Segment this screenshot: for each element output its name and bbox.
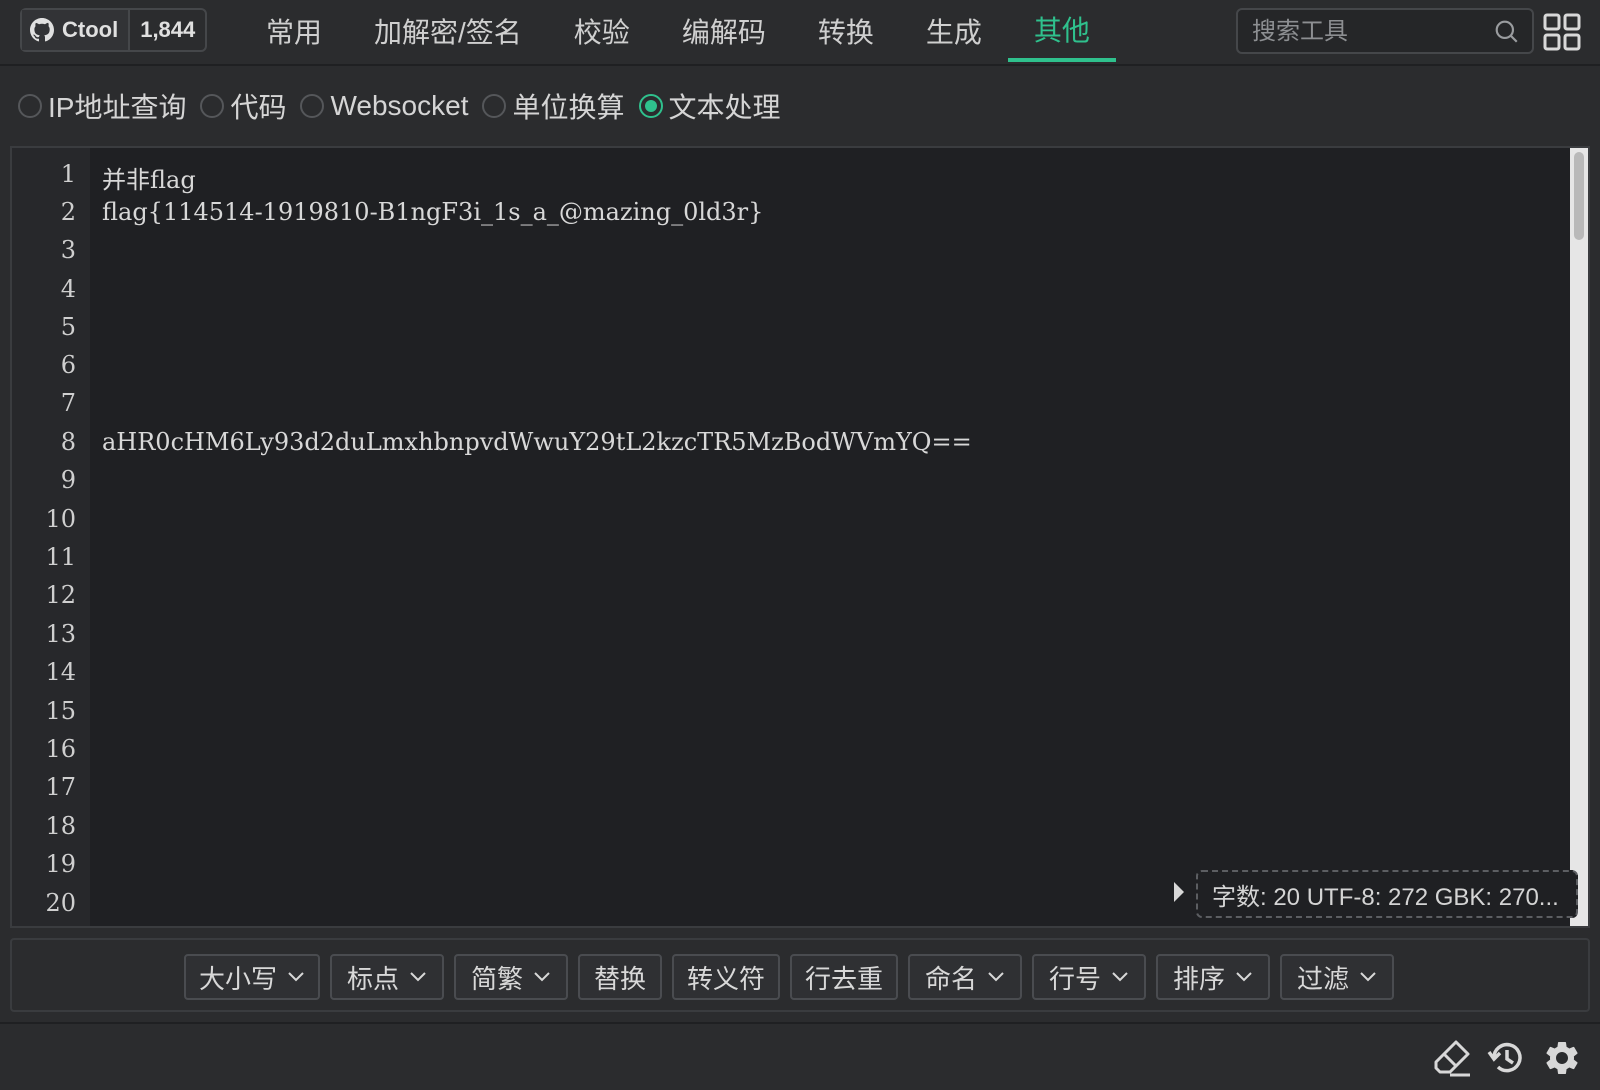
punctuation-dropdown-button[interactable]: 标点	[330, 954, 444, 1000]
collapse-arrow-icon[interactable]	[1172, 880, 1186, 904]
line-number: 18	[45, 812, 76, 840]
category-tabs: 常用 加解密/签名 校验 编解码 转换 生成 其他	[240, 0, 1116, 64]
radio-label: 单位换算	[512, 92, 625, 123]
radio-dot[interactable]	[200, 94, 225, 118]
line-number: 4	[60, 275, 76, 303]
github-star-badge[interactable]: Ctool 1,844	[20, 8, 208, 52]
line-number: 8	[60, 428, 76, 456]
bottom-bar	[0, 1022, 1600, 1090]
line-number: 12	[45, 581, 76, 609]
radio-websocket[interactable]: Websocket	[300, 90, 468, 122]
line-number: 2	[60, 198, 76, 226]
text-stats: 字数: 20 UTF-8: 272 GBK: 270...	[1196, 870, 1578, 918]
chevron-down-icon	[534, 972, 550, 982]
radio-dot-selected[interactable]	[638, 94, 663, 118]
radio-ip-lookup[interactable]: IP地址查询	[18, 86, 186, 126]
line-number-gutter: 1 2 3 4 5 6 7 8 9 10 11 12 13 14 15 16 1…	[12, 148, 90, 926]
line-number: 19	[45, 850, 76, 878]
chevron-down-icon	[1360, 972, 1376, 982]
radio-text-processing[interactable]: 文本处理	[638, 86, 781, 126]
button-label: 行去重	[804, 963, 883, 994]
button-label: 过滤	[1296, 963, 1349, 994]
dedupe-lines-button[interactable]: 行去重	[790, 954, 898, 1000]
button-label: 转义符	[686, 963, 765, 994]
tab-generate[interactable]: 生成	[900, 0, 1008, 62]
radio-label: 文本处理	[668, 92, 781, 123]
top-bar: Ctool 1,844 常用 加解密/签名 校验 编解码 转换 生成 其他	[0, 0, 1600, 66]
radio-dot[interactable]	[482, 94, 507, 118]
radio-unit-convert[interactable]: 单位换算	[482, 86, 625, 126]
line-number: 1	[60, 160, 76, 188]
radio-label: 代码	[230, 92, 287, 123]
chevron-down-icon	[1236, 972, 1252, 982]
replace-button[interactable]: 替换	[578, 954, 662, 1000]
line-number: 20	[45, 889, 76, 917]
github-icon	[30, 18, 54, 42]
gear-icon[interactable]	[1542, 1038, 1582, 1078]
naming-dropdown-button[interactable]: 命名	[908, 954, 1022, 1000]
escape-button[interactable]: 转义符	[672, 954, 780, 1000]
grid-icon[interactable]	[1542, 12, 1582, 52]
line-number-dropdown-button[interactable]: 行号	[1032, 954, 1146, 1000]
button-label: 替换	[593, 963, 646, 994]
line-number: 10	[45, 505, 76, 533]
tab-checksum[interactable]: 校验	[548, 0, 656, 62]
radio-dot[interactable]	[18, 94, 42, 118]
tab-other[interactable]: 其他	[1007, 0, 1116, 62]
chevron-down-icon	[1112, 972, 1128, 982]
brand-name: Ctool	[62, 17, 119, 42]
line-number: 6	[60, 351, 76, 379]
radio-code[interactable]: 代码	[200, 86, 286, 126]
star-count[interactable]: 1,844	[130, 10, 205, 50]
line-number: 9	[60, 466, 76, 494]
button-label: 标点	[346, 963, 399, 994]
line-number: 15	[45, 697, 76, 725]
line-number: 17	[45, 773, 76, 801]
editor-scrollbar[interactable]	[1570, 148, 1588, 926]
case-dropdown-button[interactable]: 大小写	[184, 954, 320, 1000]
code-line-1[interactable]: 并非flag	[102, 160, 196, 195]
text-editor[interactable]: 1 2 3 4 5 6 7 8 9 10 11 12 13 14 15 16 1…	[10, 146, 1590, 928]
button-label: 命名	[924, 963, 977, 994]
radio-label: Websocket	[330, 90, 469, 121]
button-label: 排序	[1172, 963, 1225, 994]
line-number: 5	[60, 313, 76, 341]
filter-dropdown-button[interactable]: 过滤	[1280, 954, 1394, 1000]
line-number: 3	[60, 236, 76, 264]
line-number: 16	[45, 735, 76, 763]
button-label: 行号	[1048, 963, 1101, 994]
radio-dot[interactable]	[300, 94, 325, 118]
tab-common[interactable]: 常用	[240, 0, 348, 62]
history-icon[interactable]	[1486, 1038, 1526, 1078]
chevron-down-icon	[410, 972, 426, 982]
search-box	[1236, 8, 1534, 54]
button-label: 大小写	[198, 963, 277, 994]
line-number: 7	[60, 389, 76, 417]
code-line-8[interactable]: aHR0cHM6Ly93d2duLmxhbnpvdWwuY29tL2kzcTR5…	[102, 428, 972, 456]
line-number: 13	[45, 620, 76, 648]
button-label: 简繁	[470, 963, 523, 994]
tab-encoding[interactable]: 编解码	[656, 0, 792, 62]
radio-label: IP地址查询	[48, 92, 187, 123]
search-input[interactable]	[1250, 16, 1484, 48]
sort-dropdown-button[interactable]: 排序	[1156, 954, 1270, 1000]
tab-convert[interactable]: 转换	[792, 0, 900, 62]
simplified-traditional-dropdown-button[interactable]: 简繁	[454, 954, 568, 1000]
code-line-2[interactable]: flag{114514-1919810-B1ngF3i_1s_a_@mazing…	[102, 198, 763, 226]
tool-selector: IP地址查询 代码 Websocket 单位换算 文本处理	[18, 84, 795, 128]
scrollbar-thumb[interactable]	[1574, 152, 1584, 240]
tab-crypto[interactable]: 加解密/签名	[348, 0, 548, 62]
text-action-toolbar: 大小写 标点 简繁 替换 转义符 行去重 命名 行号 排序 过滤	[10, 938, 1590, 1012]
search-icon[interactable]	[1494, 19, 1520, 45]
line-number: 11	[45, 543, 76, 571]
eraser-icon[interactable]	[1432, 1038, 1472, 1078]
github-link[interactable]: Ctool	[22, 10, 131, 50]
line-number: 14	[45, 658, 76, 686]
chevron-down-icon	[988, 972, 1004, 982]
chevron-down-icon	[288, 972, 304, 982]
